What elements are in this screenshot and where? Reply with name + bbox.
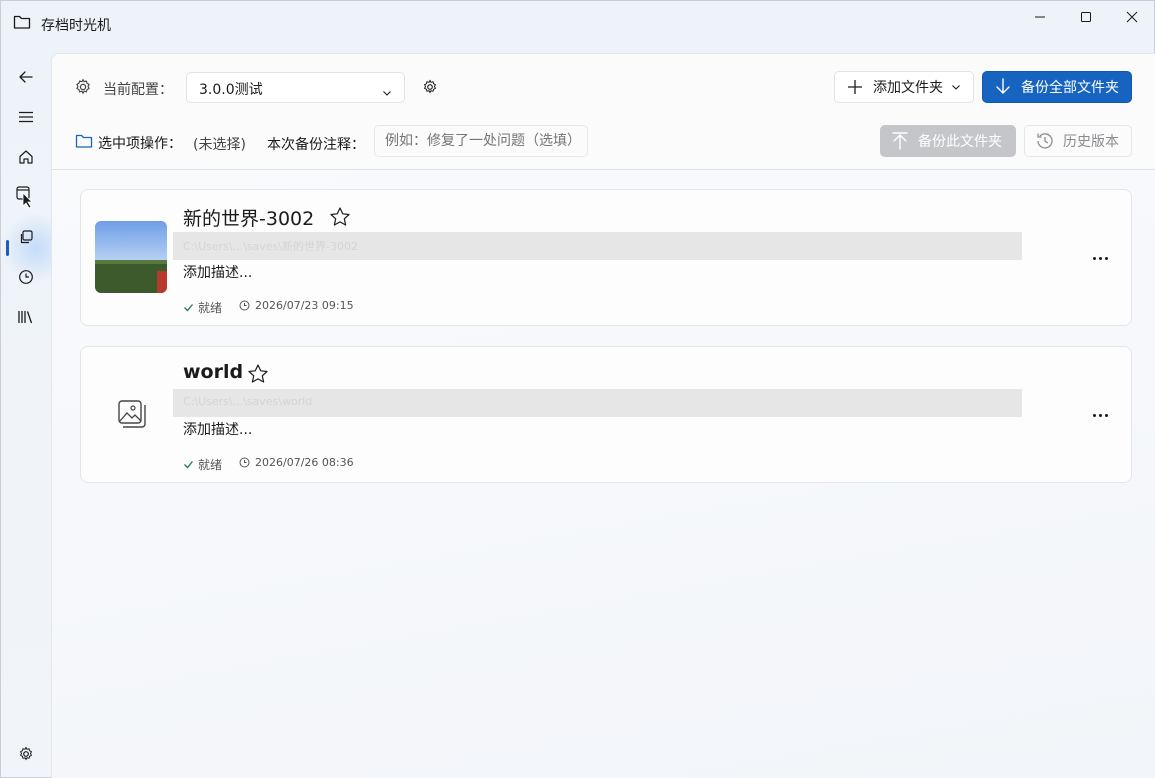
folder-path: C:\Users\...\saves\world <box>173 389 1022 417</box>
copy-icon <box>20 230 33 244</box>
library-icon <box>18 311 33 324</box>
config-settings-button[interactable] <box>422 79 438 99</box>
nav-item-settings[interactable] <box>6 736 46 772</box>
title-bar: 存档时光机 <box>1 1 1155 51</box>
main-content: 当前配置： 3.0.0测试 添加文件夹 备份全部文件夹 选中项操作： (未选择)… <box>51 53 1155 778</box>
clock-icon <box>19 270 33 284</box>
config-select-value: 3.0.0测试 <box>199 82 263 98</box>
config-gear-icon <box>74 78 92 100</box>
folder-icon <box>75 133 93 153</box>
history-icon <box>1037 133 1053 149</box>
ellipsis-dot <box>1098 413 1102 417</box>
status-badge: 就绪 <box>183 456 222 473</box>
favorite-star-icon[interactable] <box>329 206 351 232</box>
ellipsis-dot <box>1092 256 1096 260</box>
upload-icon <box>892 132 908 150</box>
clock-icon <box>239 457 250 468</box>
backup-this-folder-button[interactable]: 备份此文件夹 <box>880 125 1016 157</box>
backup-note-input[interactable] <box>374 125 588 157</box>
image-placeholder-icon <box>109 391 155 437</box>
close-button[interactable] <box>1109 1 1155 33</box>
chevron-down-icon <box>382 83 392 102</box>
status-text: 就绪 <box>198 301 223 315</box>
nav-item-home[interactable] <box>6 139 46 175</box>
nav-item-folders[interactable] <box>6 179 46 215</box>
selected-value: (未选择) <box>193 137 246 153</box>
plus-icon <box>848 80 862 94</box>
app-window: 存档时光机 当前配置： 3.0.0测试 添加文件夹 备份全部文件夹 选中项操作：… <box>0 0 1155 778</box>
gear-icon <box>423 79 437 94</box>
status-text: 就绪 <box>198 458 223 472</box>
navigation-pane <box>1 53 71 778</box>
status-badge: 就绪 <box>183 299 222 316</box>
gear-icon <box>19 746 33 761</box>
folder-name: world <box>183 361 244 383</box>
ellipsis-dot <box>1092 413 1096 417</box>
back-arrow-icon <box>19 71 33 83</box>
timestamp-text: 2026/07/26 08:36 <box>255 456 354 469</box>
timestamp: 2026/07/23 09:15 <box>239 299 354 312</box>
history-label: 历史版本 <box>1063 134 1119 150</box>
backup-note-label: 本次备份注释： <box>267 137 365 153</box>
toolbar: 当前配置： 3.0.0测试 添加文件夹 备份全部文件夹 选中项操作： (未选择)… <box>52 54 1155 170</box>
nav-item-copies[interactable] <box>6 219 46 255</box>
ellipsis-dot <box>1104 413 1108 417</box>
folder-description[interactable]: 添加描述... <box>183 419 252 439</box>
folder-icon <box>13 14 31 30</box>
menu-button[interactable] <box>6 99 46 135</box>
add-folder-label: 添加文件夹 <box>873 80 943 96</box>
backup-all-button[interactable]: 备份全部文件夹 <box>982 71 1132 103</box>
folders-icon <box>16 186 33 209</box>
add-folder-button[interactable]: 添加文件夹 <box>834 71 974 103</box>
folder-card[interactable]: 新的世界-3002 C:\Users\...\saves\新的世界-3002 添… <box>80 189 1132 326</box>
history-versions-button[interactable]: 历史版本 <box>1024 125 1132 157</box>
hamburger-icon <box>19 111 33 123</box>
config-select[interactable]: 3.0.0测试 <box>186 72 405 103</box>
folder-description[interactable]: 添加描述... <box>183 262 252 282</box>
download-icon <box>996 78 1010 94</box>
minimize-button[interactable] <box>1017 1 1063 33</box>
favorite-star-icon[interactable] <box>247 363 269 389</box>
folder-path: C:\Users\...\saves\新的世界-3002 <box>173 232 1022 260</box>
selected-ops-label: 选中项操作： <box>98 136 182 152</box>
folder-path-text: C:\Users\...\saves\world <box>183 395 313 408</box>
folder-name: 新的世界-3002 <box>183 208 315 230</box>
backup-all-label: 备份全部文件夹 <box>1021 80 1119 96</box>
more-options-button[interactable] <box>1085 403 1115 427</box>
timestamp: 2026/07/26 08:36 <box>239 456 354 469</box>
checkmark-icon <box>184 461 193 469</box>
checkmark-icon <box>184 304 193 312</box>
back-button[interactable] <box>6 59 46 95</box>
world-thumbnail <box>95 221 167 293</box>
timestamp-text: 2026/07/23 09:15 <box>255 299 354 312</box>
config-label: 当前配置： <box>103 82 173 98</box>
backup-this-label: 备份此文件夹 <box>918 134 1002 150</box>
folder-path-text: C:\Users\...\saves\新的世界-3002 <box>183 240 358 253</box>
nav-item-library[interactable] <box>6 299 46 335</box>
window-title: 存档时光机 <box>41 18 111 34</box>
more-options-button[interactable] <box>1085 246 1115 270</box>
ellipsis-dot <box>1104 256 1108 260</box>
clock-icon <box>239 300 250 311</box>
chevron-down-icon <box>952 85 960 90</box>
ellipsis-dot <box>1098 256 1102 260</box>
home-icon <box>19 150 33 164</box>
maximize-button[interactable] <box>1063 1 1109 33</box>
mouse-cursor-icon <box>22 192 33 209</box>
nav-item-history[interactable] <box>6 259 46 295</box>
folder-card[interactable]: world C:\Users\...\saves\world 添加描述... 就… <box>80 346 1132 483</box>
